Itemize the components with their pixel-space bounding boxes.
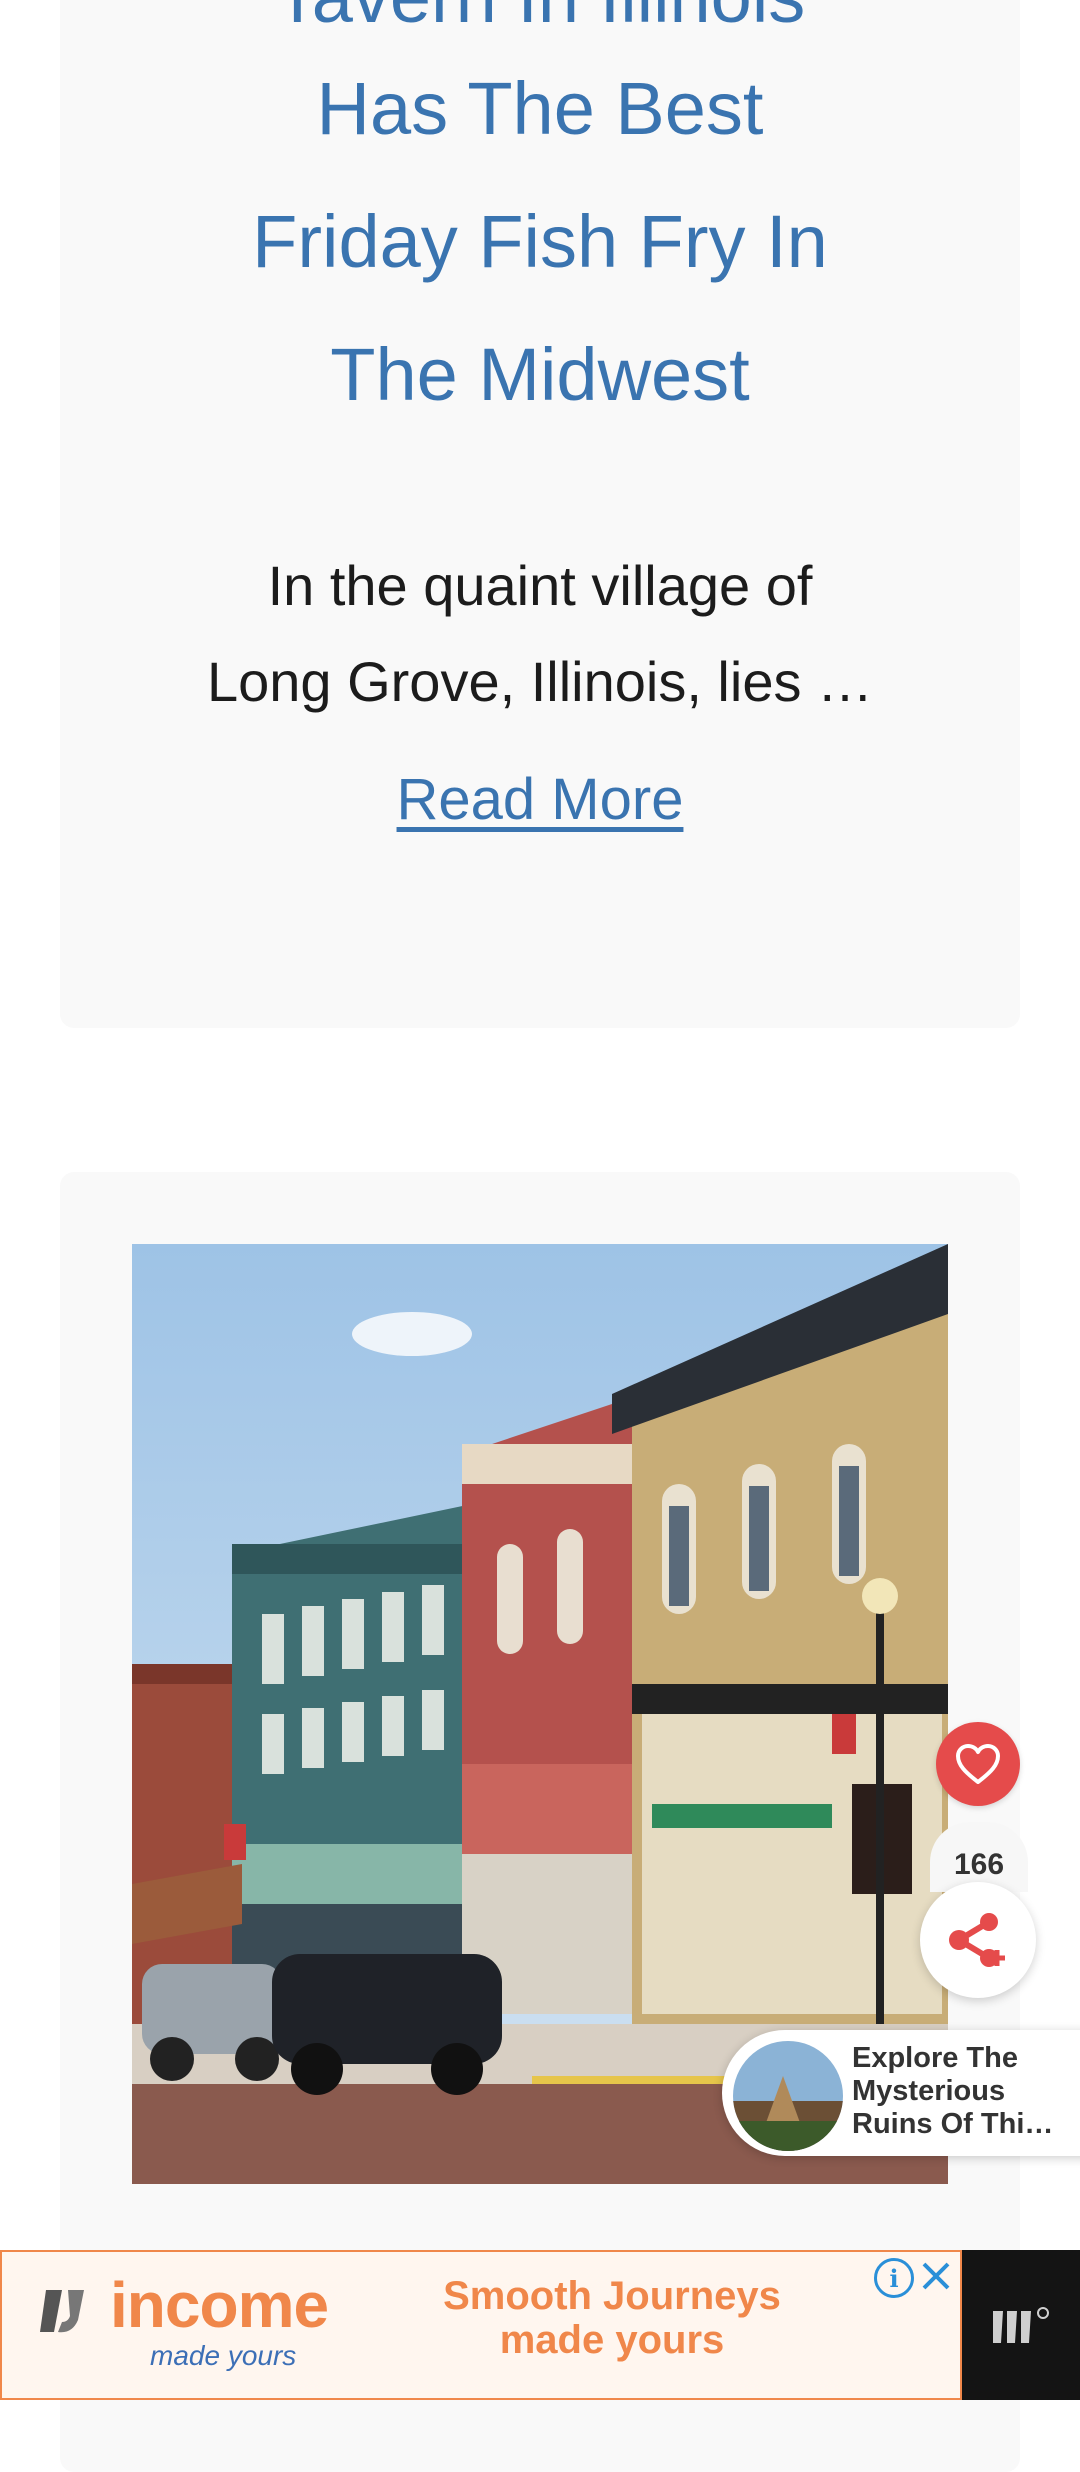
ad-brand-logo: income made yours bbox=[32, 2270, 329, 2380]
read-more-link[interactable]: Read More bbox=[60, 766, 1020, 833]
promo-title-line: Mysterious bbox=[852, 2075, 1006, 2107]
related-article-promo[interactable]: Explore The Mysterious Ruins Of Thi… bbox=[722, 2030, 1080, 2156]
brand-mark-icon bbox=[40, 2290, 84, 2333]
ad-creative[interactable]: income made yours Smooth Journeys made y… bbox=[0, 2250, 962, 2400]
ad-headline: Smooth Journeys made yours bbox=[412, 2274, 812, 2362]
article-card: Tavern In Illinois Has The Best Friday F… bbox=[60, 0, 1020, 1028]
network-logo-icon bbox=[993, 2307, 1049, 2343]
share-button[interactable] bbox=[920, 1882, 1036, 1998]
ad-brand-name: income bbox=[110, 2269, 329, 2341]
ad-brand-tagline: made yours bbox=[150, 2340, 297, 2371]
article-excerpt-line: Long Grove, Illinois, lies … bbox=[206, 650, 874, 713]
article-title-line[interactable]: Friday Fish Fry In bbox=[60, 205, 1020, 279]
ad-info-icon[interactable]: i bbox=[874, 2258, 914, 2298]
article-title-line[interactable]: The Midwest bbox=[60, 338, 1020, 412]
article-title-line[interactable]: Tavern In Illinois bbox=[60, 0, 1020, 34]
ad-headline-line: Smooth Journeys bbox=[443, 2274, 781, 2318]
share-icon bbox=[949, 1913, 1005, 1967]
promo-title-line: Explore The bbox=[852, 2042, 1018, 2074]
ad-headline-line: made yours bbox=[499, 2318, 725, 2362]
promo-title: Explore The Mysterious Ruins Of Thi… bbox=[852, 2042, 1080, 2141]
ad-network-badge[interactable] bbox=[962, 2250, 1080, 2400]
share-widget: 166 bbox=[920, 1822, 1036, 2002]
promo-thumbnail bbox=[730, 2038, 846, 2154]
promo-title-line: Ruins Of Thi… bbox=[852, 2108, 1054, 2140]
article-title-line[interactable]: Has The Best bbox=[60, 72, 1020, 146]
heart-icon bbox=[956, 1744, 1000, 1784]
favorite-button[interactable] bbox=[936, 1722, 1020, 1806]
ad-close-icon[interactable] bbox=[916, 2256, 956, 2296]
ad-banner: income made yours Smooth Journeys made y… bbox=[0, 2250, 1080, 2400]
article-excerpt-line: In the quaint village of bbox=[267, 554, 813, 617]
